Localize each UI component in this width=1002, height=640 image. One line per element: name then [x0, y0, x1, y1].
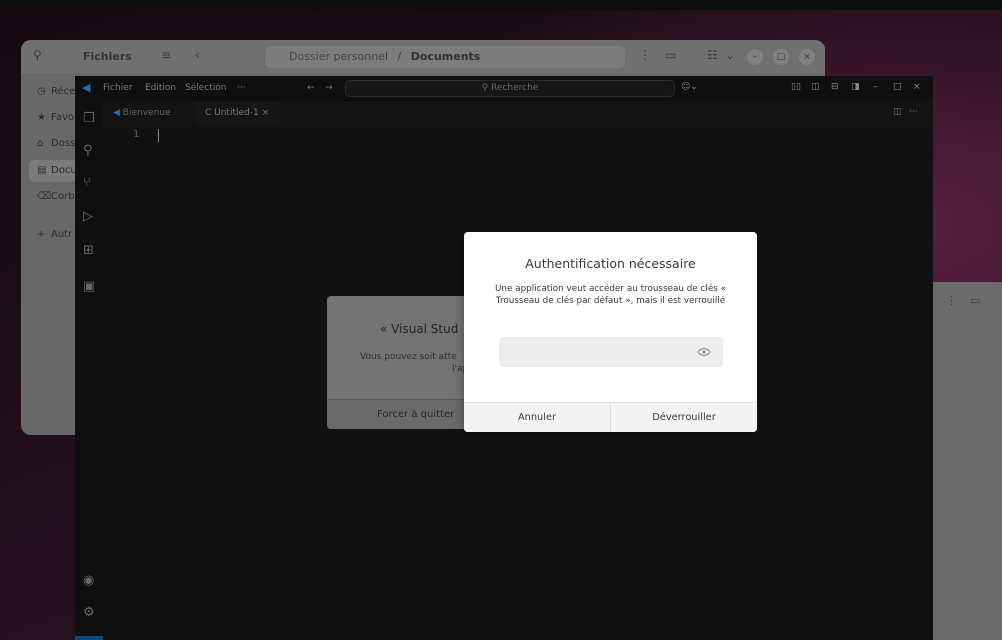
status-bar: [75, 636, 103, 640]
auth-button-row: Annuler Déverrouiller: [464, 402, 757, 432]
search-icon[interactable]: ⚲: [33, 48, 42, 62]
remote-icon[interactable]: ▣: [83, 279, 95, 294]
minimize-icon[interactable]: –: [873, 82, 878, 92]
command-search[interactable]: ⚲ Recherche: [345, 80, 675, 97]
plus-icon: +: [37, 229, 46, 240]
extensions-icon[interactable]: ⊞: [83, 243, 94, 258]
sidebar-item-label: Réce: [51, 86, 76, 97]
menu-fichier[interactable]: Fichier: [103, 83, 132, 93]
source-control-icon[interactable]: ⑂: [83, 175, 91, 190]
text-cursor: [158, 129, 159, 142]
run-debug-icon[interactable]: ▷: [83, 209, 93, 224]
authentication-dialog: Authentification nécessaire Une applicat…: [464, 232, 757, 432]
path-bar[interactable]: Dossier personnel / Documents: [265, 46, 625, 68]
files-header: ⚲ Fichiers ≡ ‹ Dossier personnel / Docum…: [21, 40, 825, 74]
sidebar-item-label: Docu: [51, 165, 77, 176]
account-icon[interactable]: ◉: [83, 573, 94, 588]
trash-icon: ⌫: [37, 191, 52, 202]
menu-icon[interactable]: ≡: [161, 48, 171, 62]
split-editor-icon[interactable]: ◫: [893, 107, 902, 117]
new-folder-icon[interactable]: ▭: [665, 48, 676, 62]
menu-more[interactable]: ···: [237, 83, 246, 93]
nav-forward-icon[interactable]: →: [325, 83, 333, 93]
force-quit-text: Vous pouvez soit atte: [360, 352, 457, 362]
auth-message: Une application veut accéder au troussea…: [494, 284, 727, 306]
tab-label: Bienvenue: [122, 108, 171, 118]
sidebar-item-label: Doss: [51, 138, 76, 149]
menu-selection[interactable]: Sélection: [185, 83, 226, 93]
menu-edition[interactable]: Edition: [145, 83, 176, 93]
tab-untitled-1[interactable]: C Untitled-1 ×: [195, 101, 280, 125]
line-number: 1: [133, 129, 140, 140]
maximize-icon[interactable]: □: [773, 49, 789, 65]
minimize-icon[interactable]: –: [747, 49, 763, 65]
force-quit-title: « Visual Stud: [380, 322, 459, 336]
document-icon: ▤: [37, 165, 47, 176]
background-window: ⋮ ▭: [930, 282, 1002, 640]
toggle-sidebar-icon[interactable]: ◫: [811, 82, 820, 92]
top-bar: [0, 0, 1002, 10]
files-app-title: Fichiers: [83, 50, 132, 63]
new-folder-icon[interactable]: ▭: [970, 294, 980, 307]
auth-title: Authentification nécessaire: [525, 256, 696, 271]
explorer-icon[interactable]: ❐: [83, 111, 95, 126]
force-quit-button[interactable]: Forcer à quitter: [327, 399, 477, 429]
view-list-icon[interactable]: ☷: [707, 48, 718, 62]
vscode-tab-icon: ◀: [113, 108, 123, 118]
path-separator: /: [397, 50, 402, 63]
home-icon: ⌂: [37, 138, 44, 149]
vscode-logo-icon: ◀: [82, 81, 91, 94]
show-password-icon[interactable]: [698, 346, 710, 358]
star-icon: ★: [37, 112, 46, 123]
password-input[interactable]: [499, 337, 723, 367]
copilot-icon[interactable]: ☺⌄: [681, 82, 698, 92]
chevron-down-icon[interactable]: ⌄: [725, 48, 735, 62]
gear-icon[interactable]: ⚙: [83, 605, 95, 620]
unlock-button[interactable]: Déverrouiller: [611, 403, 757, 432]
tab-welcome[interactable]: ◀ Bienvenue: [103, 101, 181, 125]
nav-back-icon[interactable]: ←: [307, 83, 315, 93]
cancel-button[interactable]: Annuler: [464, 403, 610, 432]
close-icon[interactable]: ×: [799, 49, 815, 65]
tab-label: C Untitled-1: [205, 108, 259, 118]
path-parent[interactable]: Dossier personnel: [289, 50, 388, 63]
maximize-icon[interactable]: □: [893, 82, 902, 92]
more-actions-icon[interactable]: ···: [909, 107, 918, 117]
search-icon[interactable]: ⚲: [83, 143, 93, 158]
more-icon[interactable]: ⋮: [946, 294, 957, 307]
more-icon[interactable]: ⋮: [639, 48, 651, 62]
tab-close-icon[interactable]: ×: [262, 108, 270, 118]
editor-tabs: ◀ Bienvenue C Untitled-1 × ◫ ···: [103, 101, 933, 125]
activity-bar: ❐ ⚲ ⑂ ▷ ⊞ ▣ ◉ ⚙: [75, 101, 103, 640]
sidebar-item-label: Corb: [51, 191, 75, 202]
customize-layout-icon[interactable]: ▯▯: [791, 82, 801, 92]
sidebar-item-label: Favo: [51, 112, 74, 123]
path-current[interactable]: Documents: [411, 50, 481, 63]
toggle-secondary-sidebar-icon[interactable]: ◨: [851, 82, 860, 92]
clock-icon: ◷: [37, 86, 46, 97]
force-quit-dialog: « Visual Stud Vous pouvez soit atte l'ap…: [327, 296, 477, 429]
toggle-panel-icon[interactable]: ⊟: [831, 82, 839, 92]
sidebar-item-label: Autr: [51, 229, 73, 240]
back-icon[interactable]: ‹: [195, 48, 200, 62]
close-icon[interactable]: ×: [913, 82, 921, 92]
vscode-titlebar: ◀ Fichier Edition Sélection ··· ← → ⚲ Re…: [75, 76, 933, 101]
search-label: Recherche: [491, 83, 539, 93]
